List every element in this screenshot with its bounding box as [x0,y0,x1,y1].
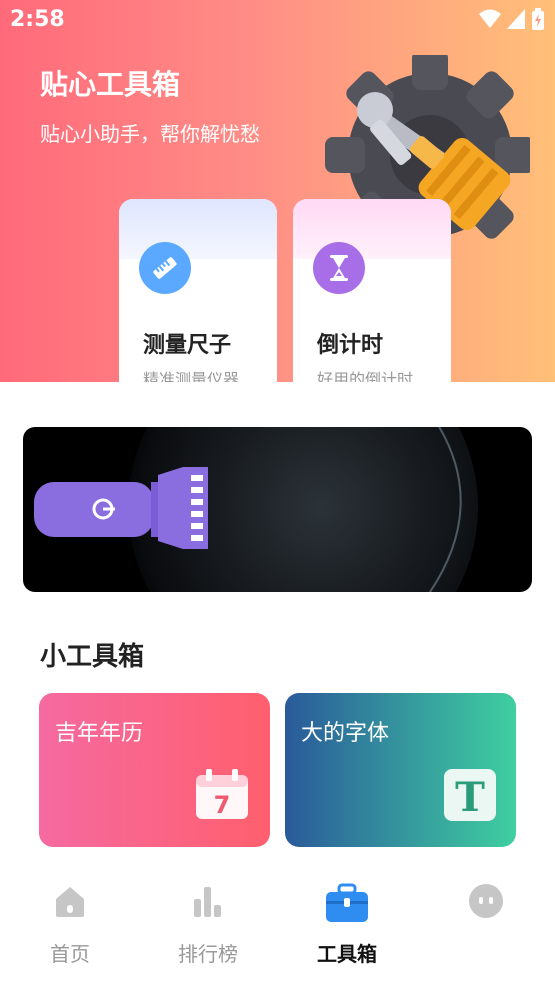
tool-card-label: 大的字体 [301,721,390,746]
feature-card-subtitle: 精准测量仪器 [143,370,240,382]
section-title: 小工具箱 [40,642,145,672]
battery-charging-icon [532,8,544,30]
feature-card-title: 倒计时 [317,333,384,358]
tool-card-label: 吉年年历 [55,721,144,746]
feature-card-title: 测量尺子 [143,333,232,358]
bottom-tab-bar: 首页 排行榜 工具箱 [0,868,555,986]
tab-label: 排行榜 [178,942,238,966]
svg-text:7: 7 [214,791,231,819]
tab-label: 工具箱 [317,942,377,966]
tab-ranking[interactable]: 排行榜 [148,868,268,986]
tab-profile[interactable] [426,868,546,986]
banner-artwork [34,427,478,592]
flashlight-banner[interactable] [23,427,532,592]
status-time: 2:58 [10,7,65,32]
feature-card-ruler[interactable]: 测量尺子 精准测量仪器 [119,199,277,382]
font-icon: T [444,769,496,825]
ruler-icon [153,257,177,279]
tab-home[interactable]: 首页 [10,868,130,986]
flashlight-icon [34,467,208,549]
hourglass-icon-circle [313,242,365,294]
wifi-icon [479,9,501,28]
tool-card-calendar[interactable]: 吉年年历 7 [39,693,270,847]
card-top-wash [119,199,277,259]
feature-card-countdown[interactable]: 倒计时 好用的倒计时 [293,199,451,382]
status-bar: 2:58 [0,0,555,38]
card-top-wash [293,199,451,259]
chart-icon [190,883,226,923]
tab-label: 首页 [50,942,90,966]
calendar-icon: 7 [194,769,250,825]
tool-card-large-font[interactable]: 大的字体 T [285,693,516,847]
hourglass-icon [330,255,348,281]
hero-header: 2:58 贴心工具箱 贴心小助手，帮你解忧愁 [0,0,555,382]
toolbox-icon [325,883,369,927]
profile-icon [468,883,504,923]
hero-subtitle: 贴心小助手，帮你解忧愁 [40,122,260,146]
feature-card-subtitle: 好用的倒计时 [317,370,414,382]
tab-toolbox[interactable]: 工具箱 [287,868,407,986]
svg-text:T: T [455,774,485,821]
signal-icon [507,9,525,29]
ruler-icon-circle [139,242,191,294]
status-icons [479,8,545,30]
hero-title: 贴心工具箱 [40,68,181,101]
home-icon [52,883,88,923]
